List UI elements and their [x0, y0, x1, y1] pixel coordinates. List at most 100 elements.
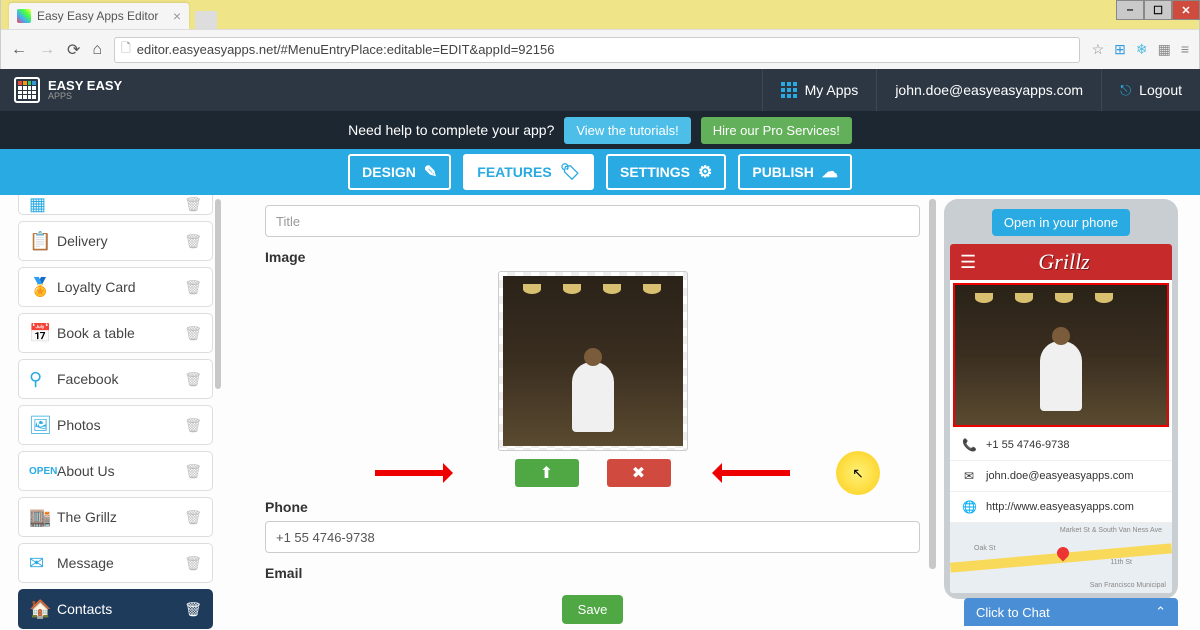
sidebar-item-facebook[interactable]: ⚲Facebook🗑: [18, 359, 213, 399]
trash-icon[interactable]: 🗑: [184, 601, 202, 618]
tag-icon: 🏷: [560, 162, 580, 182]
image-preview-box: [498, 271, 688, 451]
my-apps-link[interactable]: My Apps: [762, 69, 877, 111]
trash-icon[interactable]: 🗑: [184, 417, 202, 434]
cloud-icon: ☁: [822, 162, 838, 182]
trash-icon[interactable]: 🗑: [184, 196, 202, 213]
sidebar-item-message[interactable]: ✉Message🗑: [18, 543, 213, 583]
logout-link[interactable]: ⎋ Logout: [1101, 69, 1200, 111]
clipboard-icon: 📋: [29, 231, 57, 252]
window-close[interactable]: ✕: [1172, 0, 1200, 20]
phone-icon: 📞: [962, 438, 976, 452]
nav-publish[interactable]: PUBLISH☁: [738, 154, 851, 190]
share-icon: ⚲: [29, 369, 57, 390]
phone-contact-email[interactable]: ✉john.doe@easyeasyapps.com: [950, 461, 1172, 492]
sidebar-item-label: About Us: [57, 463, 184, 479]
apps-grid-icon: [781, 82, 797, 98]
phone-map[interactable]: Oak St Market St & South Van Ness Ave 11…: [950, 523, 1172, 593]
trash-icon[interactable]: 🗑: [184, 509, 202, 526]
chat-label: Click to Chat: [976, 605, 1050, 620]
sidebar-item-photos[interactable]: 🖼Photos🗑: [18, 405, 213, 445]
sidebar-item-label: The Grillz: [57, 509, 184, 525]
save-button[interactable]: Save: [562, 595, 624, 624]
main-scrollbar[interactable]: [929, 199, 936, 569]
favicon-icon: [17, 9, 31, 23]
star-icon[interactable]: ☆: [1092, 41, 1105, 58]
address-bar[interactable]: 🗋 editor.easyeasyapps.net/#MenuEntryPlac…: [114, 37, 1079, 63]
sidebar-item-book[interactable]: 📅Book a table🗑: [18, 313, 213, 353]
trash-icon[interactable]: 🗑: [184, 463, 202, 480]
trash-icon[interactable]: 🗑: [184, 279, 202, 296]
tab-title: Easy Easy Apps Editor: [37, 9, 158, 23]
phone-screen: ☰ Grillz 📞+1 55 4746-9738 ✉john.doe@easy…: [950, 244, 1172, 593]
forward-icon[interactable]: →: [39, 41, 55, 59]
back-icon[interactable]: ←: [11, 41, 27, 59]
ext3-icon[interactable]: ▦: [1158, 41, 1171, 58]
map-label: Market St & South Van Ness Ave: [1060, 527, 1162, 534]
window-maximize[interactable]: ☐: [1144, 0, 1172, 20]
generic-icon: ▦: [29, 195, 57, 215]
trash-icon[interactable]: 🗑: [184, 233, 202, 250]
trash-icon[interactable]: 🗑: [184, 325, 202, 342]
phone-header: ☰ Grillz: [950, 244, 1172, 280]
logout-icon: ⎋: [1120, 82, 1131, 99]
home-icon[interactable]: ⌂: [92, 41, 102, 59]
trash-icon[interactable]: 🗑: [184, 555, 202, 572]
sidebar-item-grillz[interactable]: 🏬The Grillz🗑: [18, 497, 213, 537]
nav-features[interactable]: FEATURES 🏷: [463, 154, 594, 190]
sidebar-item-contacts[interactable]: 🏠Contacts🗑: [18, 589, 213, 629]
house-icon: 🏠: [29, 599, 57, 620]
phone-hero-image: [953, 283, 1169, 427]
title-input[interactable]: [265, 205, 920, 237]
nav-features-label: FEATURES: [477, 164, 551, 180]
nav-design[interactable]: DESIGN✎: [348, 154, 451, 190]
tab-close-icon[interactable]: ×: [173, 8, 181, 24]
email-label: Email: [265, 565, 920, 581]
store-icon: 🏬: [29, 507, 57, 528]
reload-icon[interactable]: ⟳: [67, 40, 80, 60]
tutorials-button[interactable]: View the tutorials!: [564, 117, 690, 144]
sidebar-item-about[interactable]: OPENAbout Us🗑: [18, 451, 213, 491]
image-icon: 🖼: [29, 415, 57, 436]
browser-chrome: Easy Easy Apps Editor × ← → ⟳ ⌂ 🗋 editor…: [0, 0, 1200, 69]
preview-panel: Open in your phone ☰ Grillz 📞+1 55 4746-…: [940, 195, 1200, 630]
logout-label: Logout: [1139, 82, 1182, 98]
phone-contact-email-text: john.doe@easyeasyapps.com: [986, 470, 1134, 482]
sidebar-item-label: Loyalty Card: [57, 279, 184, 295]
phone-app-title: Grillz: [986, 249, 1162, 275]
phone-input[interactable]: [265, 521, 920, 553]
browser-tab[interactable]: Easy Easy Apps Editor ×: [9, 3, 189, 29]
sidebar: ▦🗑 📋Delivery🗑 🏅Loyalty Card🗑 📅Book a tab…: [0, 195, 225, 630]
envelope-icon: ✉: [29, 553, 57, 574]
open-in-phone-button[interactable]: Open in your phone: [992, 209, 1130, 236]
sidebar-scrollbar[interactable]: [215, 199, 221, 389]
gear-icon: ⚙: [698, 162, 712, 182]
annotation-arrow-left: [375, 470, 445, 476]
phone-contact-web[interactable]: 🌐http://www.easyeasyapps.com: [950, 492, 1172, 523]
ext2-icon[interactable]: ❄: [1136, 41, 1148, 58]
logo[interactable]: EASY EASYAPPS: [0, 77, 136, 103]
pro-services-button[interactable]: Hire our Pro Services!: [701, 117, 852, 144]
new-tab-button[interactable]: [195, 11, 217, 29]
brush-icon: ✎: [424, 162, 437, 182]
logo-subtext: APPS: [48, 92, 122, 101]
delete-image-button[interactable]: ✖: [607, 459, 671, 487]
phone-contact-phone[interactable]: 📞+1 55 4746-9738: [950, 430, 1172, 461]
my-apps-label: My Apps: [805, 82, 859, 98]
user-email[interactable]: john.doe@easyeasyapps.com: [876, 69, 1101, 111]
sidebar-item-loyalty[interactable]: 🏅Loyalty Card🗑: [18, 267, 213, 307]
annotation-arrow-right: [720, 470, 790, 476]
sidebar-item-top[interactable]: ▦🗑: [18, 195, 213, 215]
chevron-up-icon: ⌃: [1155, 604, 1166, 620]
sidebar-item-label: Book a table: [57, 325, 184, 341]
trash-icon[interactable]: 🗑: [184, 371, 202, 388]
window-minimize[interactable]: ‒: [1116, 0, 1144, 20]
upload-image-button[interactable]: ⬆: [515, 459, 579, 487]
ext1-icon[interactable]: ⊞: [1114, 41, 1126, 58]
hamburger-icon[interactable]: ☰: [960, 252, 976, 273]
sidebar-item-delivery[interactable]: 📋Delivery🗑: [18, 221, 213, 261]
chat-button[interactable]: Click to Chat ⌃: [964, 598, 1178, 626]
nav-settings[interactable]: SETTINGS⚙: [606, 154, 726, 190]
help-prompt: Need help to complete your app?: [348, 122, 554, 138]
menu-icon[interactable]: ≡: [1181, 41, 1189, 58]
